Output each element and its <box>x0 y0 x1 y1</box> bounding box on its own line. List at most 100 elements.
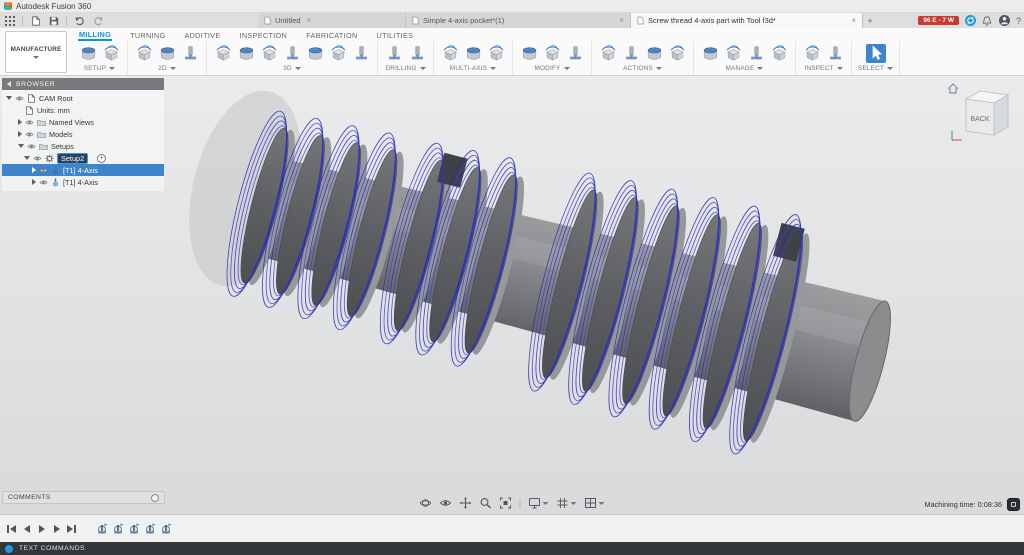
cam-2d-contour-icon[interactable] <box>157 44 177 63</box>
cam-drill-icon[interactable] <box>384 44 404 63</box>
cam-pocket-icon[interactable] <box>236 44 256 63</box>
cam-generate-icon[interactable] <box>598 44 618 63</box>
ribbon-tab-turning[interactable]: TURNING <box>129 30 166 40</box>
cam-stock-icon[interactable] <box>101 44 121 63</box>
task-manager-icon[interactable] <box>769 44 789 63</box>
pan-icon[interactable] <box>460 497 472 509</box>
visibility-eye-icon[interactable] <box>27 142 36 151</box>
browser-item-named-views[interactable]: Named Views <box>2 116 164 128</box>
ribbon-tab-milling[interactable]: MILLING <box>78 29 112 41</box>
look-at-icon[interactable] <box>440 497 452 509</box>
expand-caret-icon[interactable] <box>32 179 36 185</box>
group-dropdown-3d[interactable]: 3D <box>283 65 301 72</box>
undo-icon[interactable] <box>74 15 85 26</box>
browser-item-toolpath-1[interactable]: [T1] 4-Axis <box>2 164 164 176</box>
notifications-bell-icon[interactable] <box>982 15 993 26</box>
group-dropdown-setup[interactable]: SETUP <box>84 65 115 72</box>
visibility-eye-icon[interactable] <box>39 178 48 187</box>
sync-status-icon[interactable] <box>965 15 976 26</box>
file-menu-icon[interactable] <box>30 15 41 26</box>
error-warning-badge[interactable]: 96 E - 7 W <box>918 16 959 26</box>
collapse-caret-icon[interactable] <box>24 156 30 160</box>
cam-edit-icon[interactable] <box>542 44 562 63</box>
job-status-icon[interactable] <box>1007 498 1020 511</box>
grid-and-snaps-button[interactable] <box>557 497 577 509</box>
group-dropdown-2d[interactable]: 2D <box>158 65 176 72</box>
help-icon[interactable]: ? <box>1016 16 1021 26</box>
zoom-icon[interactable] <box>480 497 492 509</box>
cam-bore-icon[interactable] <box>407 44 427 63</box>
viewports-button[interactable] <box>585 497 605 509</box>
cam-simulate-icon[interactable] <box>621 44 641 63</box>
orbit-icon[interactable] <box>420 497 432 509</box>
document-tab[interactable]: Simple 4-axis pocket*(1) × <box>406 13 631 28</box>
cam-multiaxis-contour-icon[interactable] <box>463 44 483 63</box>
select-cursor-icon[interactable] <box>866 44 886 63</box>
cam-scallop-icon[interactable] <box>282 44 302 63</box>
browser-item-toolpath-2[interactable]: [T1] 4-Axis <box>2 176 164 188</box>
group-dropdown-drilling[interactable]: DRILLING <box>385 65 425 72</box>
new-tab-button[interactable]: + <box>863 13 877 28</box>
browser-item-units[interactable]: Units: mm <box>2 104 164 116</box>
group-dropdown-multi-axis[interactable]: MULTI-AXIS <box>450 65 496 72</box>
cam-ramp-icon[interactable] <box>328 44 348 63</box>
ribbon-tab-utilities[interactable]: UTILITIES <box>376 30 415 40</box>
redo-icon[interactable] <box>92 15 103 26</box>
cam-trim-icon[interactable] <box>519 44 539 63</box>
close-tab-icon[interactable]: × <box>619 16 624 25</box>
viewport[interactable]: BROWSER CAM Root Units: mm Named Views <box>0 76 1024 514</box>
visibility-eye-icon[interactable] <box>15 94 24 103</box>
ribbon-tab-additive[interactable]: ADDITIVE <box>183 30 221 40</box>
step-back-button[interactable] <box>20 522 33 536</box>
step-forward-button[interactable] <box>50 522 63 536</box>
cam-swarf-icon[interactable] <box>440 44 460 63</box>
expand-caret-icon[interactable] <box>32 167 36 173</box>
cam-setup-sheet-icon[interactable] <box>667 44 687 63</box>
operation-marker[interactable] <box>112 523 124 535</box>
browser-item-models[interactable]: Models <box>2 128 164 140</box>
browser-item-cam-root[interactable]: CAM Root <box>2 92 164 104</box>
browser-header[interactable]: BROWSER <box>2 78 164 90</box>
visibility-eye-icon[interactable] <box>39 166 48 175</box>
machine-library-icon[interactable] <box>723 44 743 63</box>
home-icon[interactable] <box>948 84 958 93</box>
visibility-eye-icon[interactable] <box>25 130 34 139</box>
setup-name-editbox[interactable]: Setup2 <box>57 153 88 164</box>
close-tab-icon[interactable]: × <box>306 16 311 25</box>
close-tab-icon[interactable]: × <box>851 16 856 25</box>
cam-delete-icon[interactable] <box>565 44 585 63</box>
cam-contour-icon[interactable] <box>305 44 325 63</box>
operation-marker[interactable] <box>128 523 140 535</box>
group-dropdown-manage[interactable]: MANAGE <box>726 65 764 72</box>
document-tab-active[interactable]: Screw thread 4-axis part with Tool f3d* … <box>631 13 863 28</box>
app-menu-icon[interactable] <box>4 15 15 26</box>
group-dropdown-actions[interactable]: ACTIONS <box>623 65 662 72</box>
browser-item-setup2[interactable]: Setup2 + <box>2 152 164 164</box>
cam-post-process-icon[interactable] <box>644 44 664 63</box>
ribbon-tab-inspection[interactable]: INSPECTION <box>239 30 289 40</box>
cam-setup-icon[interactable] <box>78 44 98 63</box>
operation-marker[interactable] <box>96 523 108 535</box>
operation-marker[interactable] <box>160 523 172 535</box>
group-dropdown-select[interactable]: SELECT <box>858 65 893 72</box>
visibility-eye-icon[interactable] <box>33 154 42 163</box>
cam-flow-icon[interactable] <box>486 44 506 63</box>
comments-options-icon[interactable] <box>151 494 159 502</box>
user-avatar[interactable] <box>999 15 1010 26</box>
workspace-selector-button[interactable]: MANUFACTURE <box>5 31 67 73</box>
collapse-caret-icon[interactable] <box>18 144 24 148</box>
group-dropdown-inspect[interactable]: INSPECT <box>804 65 842 72</box>
add-operation-icon[interactable]: + <box>97 154 106 163</box>
display-settings-button[interactable] <box>529 497 549 509</box>
ribbon-tab-fabrication[interactable]: FABRICATION <box>305 30 358 40</box>
text-commands-bar[interactable]: TEXT COMMANDS <box>0 542 1024 555</box>
group-dropdown-modify[interactable]: MODIFY <box>534 65 569 72</box>
expand-caret-icon[interactable] <box>18 119 22 125</box>
play-button[interactable] <box>35 522 48 536</box>
section-analysis-icon[interactable] <box>825 44 845 63</box>
collapse-panel-icon[interactable] <box>7 81 11 87</box>
go-to-beginning-button[interactable] <box>5 522 18 536</box>
visibility-eye-icon[interactable] <box>25 118 34 127</box>
document-tab[interactable]: Untitled × <box>258 13 406 28</box>
cam-parallel-icon[interactable] <box>259 44 279 63</box>
